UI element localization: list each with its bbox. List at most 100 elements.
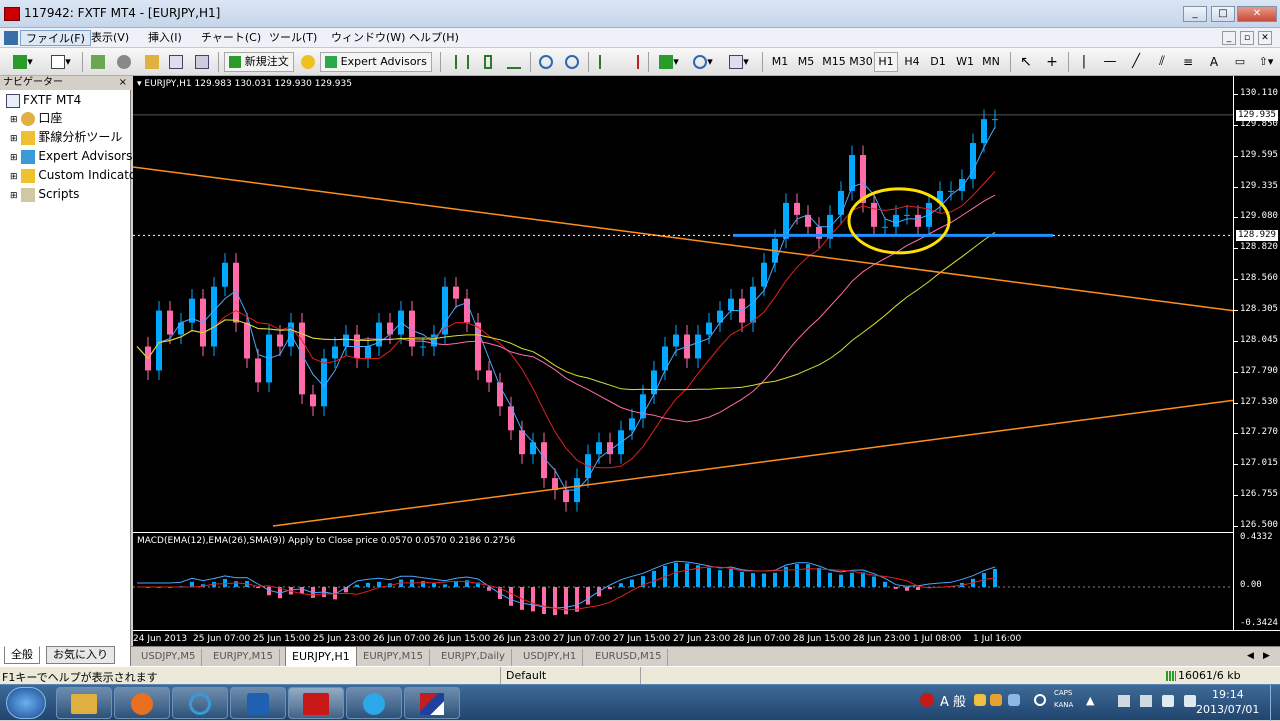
timeframe-m15[interactable]: M15 [820,52,848,72]
zoom-out-button[interactable] [562,52,582,72]
menu-view[interactable]: 表示(V) [86,30,134,46]
nav-tab-favorites[interactable]: お気に入り [46,646,115,664]
nav-root[interactable]: FXTF MT4 [6,91,137,109]
taskbar-mt4[interactable] [288,687,344,719]
timeframe-mn[interactable]: MN [978,52,1004,72]
periods-button[interactable]: ▾ [688,52,718,72]
chart-tab-usdjpy-m5[interactable]: USDJPY,M5 [135,649,203,666]
taskbar-app[interactable] [404,687,460,719]
macd-bar [861,572,865,587]
close-icon[interactable]: × [119,76,127,90]
app-icon[interactable] [4,7,20,21]
alert-button[interactable] [298,52,318,72]
new-chart-button[interactable]: ▾ [6,52,40,72]
timeframe-h1[interactable]: H1 [874,52,898,72]
taskbar-fxtf[interactable] [230,687,286,719]
macd-subwindow[interactable]: MACD(EMA(12),EMA(26),SMA(9)) Apply to Cl… [133,532,1233,630]
clock-time[interactable]: 19:14 [1212,688,1244,701]
taskbar-explorer[interactable] [56,687,112,719]
tabs-scroll-right[interactable]: ▶ [1263,651,1270,661]
document-icon[interactable] [4,31,18,45]
timeframe-d1[interactable]: D1 [926,52,950,72]
profiles-button[interactable]: ▾ [44,52,78,72]
macd-bar [377,581,381,587]
label-tool[interactable]: ▭ [1230,52,1250,72]
minimize-button[interactable]: _ [1183,6,1207,22]
channel-tool[interactable]: ⫽ [1152,52,1172,72]
navigator-button[interactable] [142,52,162,72]
fibonacci-tool[interactable]: ≡ [1178,52,1198,72]
auto-scroll-button[interactable] [596,52,616,72]
data-window-button[interactable] [114,52,134,72]
text-tool[interactable]: A [1204,52,1224,72]
nav-item-indicators[interactable]: ⊞ 罫線分析ツール [10,128,141,146]
line-chart-button[interactable] [504,52,524,72]
chart-tab-eurjpy-m15[interactable]: EURJPY,M15 [207,649,280,666]
start-button[interactable] [6,687,46,719]
show-desktop-button[interactable] [1270,685,1280,721]
tabs-scroll-left[interactable]: ◀ [1247,651,1254,661]
network-icon[interactable] [1118,695,1130,707]
taskbar-media-player[interactable] [114,687,170,719]
new-order-button[interactable]: 新規注文 [224,52,294,72]
monitor-icon[interactable] [1162,695,1174,707]
maximize-button[interactable]: □ [1211,6,1235,22]
crosshair-tool[interactable]: + [1042,52,1062,72]
timeframe-m30[interactable]: M30 [848,52,874,72]
price-chart[interactable]: ▾ EURJPY,H1 129.983 130.031 129.930 129.… [133,76,1233,532]
chart-tab-eurusd-m15[interactable]: EURUSD,M15 [589,649,669,666]
show-hidden-icons[interactable]: ▲ [1086,694,1094,707]
market-watch-button[interactable] [88,52,108,72]
mdi-minimize-button[interactable]: _ [1222,31,1236,45]
tray-ime[interactable]: A 般 [940,691,966,710]
menu-tools[interactable]: ツール(T) [264,30,322,46]
trendline-tool[interactable]: ╱ [1126,52,1146,72]
ime-settings-icon[interactable] [1008,694,1020,706]
horizontal-line-tool[interactable]: — [1100,52,1120,72]
nav-item-experts[interactable]: ⊞ Expert Advisors [10,147,141,165]
ime-pad-icon[interactable] [974,694,986,706]
menu-chart[interactable]: チャート(C) [196,30,266,46]
menu-help[interactable]: ヘルプ(H) [404,30,464,46]
menu-file[interactable]: ファイル(F) [20,30,91,46]
close-button[interactable]: ✕ [1237,6,1277,22]
timeframe-m5[interactable]: M5 [794,52,818,72]
chart-tab-eurjpy-h1[interactable]: EURJPY,H1 [285,647,357,667]
cursor-tool[interactable]: ↖ [1016,52,1036,72]
chart-tab-eurjpy-daily[interactable]: EURJPY,Daily [435,649,512,666]
taskbar-skype[interactable] [346,687,402,719]
taskbar-ie[interactable] [172,687,228,719]
volume-icon[interactable] [1184,695,1196,707]
chart-shift-button[interactable] [622,52,642,72]
timeframe-m1[interactable]: M1 [768,52,792,72]
tester-button[interactable] [192,52,212,72]
chart-tab-eurjpy-m15-2[interactable]: EURJPY,M15 [357,649,430,666]
arrows-tool[interactable]: ⇧▾ [1254,52,1278,72]
timeframe-h4[interactable]: H4 [900,52,924,72]
nav-tab-general[interactable]: 全般 [4,646,40,664]
zoom-in-button[interactable] [536,52,556,72]
tray-fx-icon[interactable] [920,693,934,707]
candlestick-button[interactable] [478,52,498,72]
vertical-line-tool[interactable]: | [1074,52,1094,72]
templates-button[interactable]: ▾ [724,52,754,72]
terminal-button[interactable] [166,52,186,72]
mdi-restore-button[interactable]: ▫ [1240,31,1254,45]
clock-date[interactable]: 2013/07/01 [1196,703,1259,716]
expert-advisors-button[interactable]: Expert Advisors [320,52,432,72]
menu-insert[interactable]: 挿入(I) [143,30,187,46]
macd-bar [421,581,425,587]
bar-chart-button[interactable] [452,52,472,72]
timeframe-w1[interactable]: W1 [952,52,978,72]
nav-item-scripts[interactable]: ⊞ Scripts [10,185,141,203]
nav-item-accounts[interactable]: ⊞ 口座 [10,109,141,127]
nav-item-custom-indicators[interactable]: ⊞ Custom Indicators [10,166,141,184]
price-label: 126.755 [1240,489,1278,500]
mdi-close-button[interactable]: ✕ [1258,31,1272,45]
ime-tool-icon[interactable] [990,694,1002,706]
action-center-icon[interactable] [1140,695,1152,707]
menu-window[interactable]: ウィンドウ(W) [326,30,410,46]
chart-tab-usdjpy-h1[interactable]: USDJPY,H1 [517,649,584,666]
help-icon[interactable] [1034,694,1046,706]
indicators-button[interactable]: ▾ [654,52,684,72]
